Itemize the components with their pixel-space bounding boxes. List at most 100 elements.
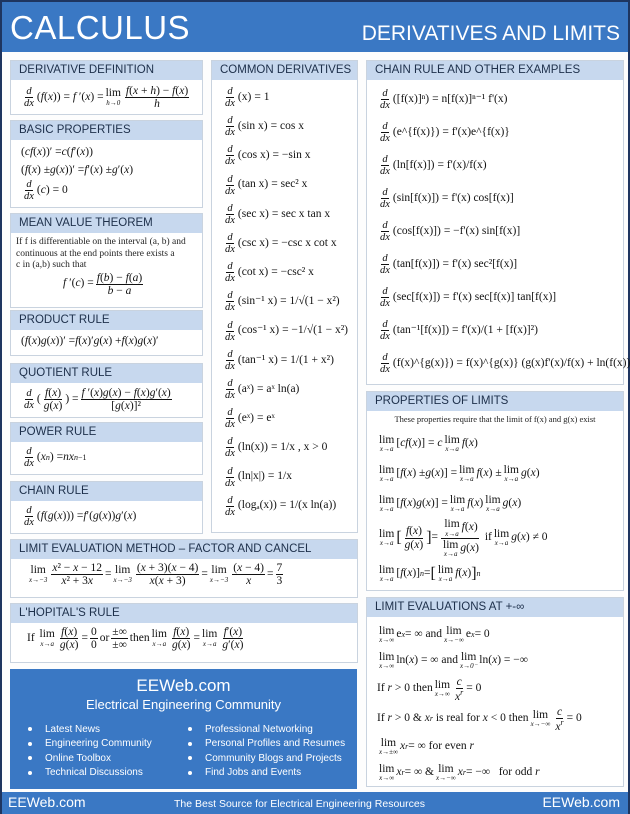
derivative-row: d dx (cos[f(x)]) = −f'(x) sin[f(x)]: [367, 215, 623, 248]
d-dx-operator: d dx: [225, 232, 235, 256]
promo-item[interactable]: Latest News: [10, 722, 152, 737]
formula-mean-value: f ′(c) = f(b) − f(a) b − a: [63, 271, 144, 297]
promo-item[interactable]: Online Toolbox: [10, 751, 152, 766]
derivative-argument: (cos⁻¹ x): [237, 324, 280, 337]
eeweb-promo-box: EEWeb.com Electrical Engineering Communi…: [10, 669, 357, 789]
derivative-row: d dx (csc x) = −csc x cot x: [212, 229, 357, 258]
section-title: LIMIT EVALUATION METHOD – FACTOR AND CAN…: [11, 540, 357, 559]
promo-item[interactable]: Community Blogs and Projects: [170, 751, 345, 766]
formula-lhopital: If lim x→a f(x) g(x) = 00 or ±∞ ±∞ then lim x…: [27, 626, 244, 652]
derivative-row: d dx (f(x)^{g(x)}) = f(x)^{g(x)} (g(x)f'(x)…: [367, 347, 630, 380]
d-dx-operator: d dx: [380, 87, 390, 111]
derivative-row: d dx (cos⁻¹ x) = −1/√(1 − x²): [212, 317, 357, 346]
formula-constant-multiple: (cf(x))′ = c(f ′(x)): [21, 146, 93, 159]
derivative-argument: (e^{f(x)}): [392, 125, 440, 138]
d-dx-operator: d dx: [225, 173, 235, 197]
limit-power-positive: If r > 0 then lim x→∞ c xr = 0: [377, 675, 482, 703]
promo-item[interactable]: Find Jobs and Events: [170, 766, 345, 781]
limit-property-constant: lim x→a[cf(x)] = c lim x→a f(x): [379, 433, 478, 454]
promo-right-list: Professional Networking Personal Profile…: [170, 722, 345, 780]
footer-brand-right[interactable]: EEWeb.com: [542, 794, 620, 810]
mean-value-theorem-section: MEAN VALUE THEOREM If f is differentiabl…: [10, 213, 203, 308]
derivative-result: = eˣ: [257, 411, 275, 424]
derivative-row: d dx (tan⁻¹ x) = 1/(1 + x²): [212, 346, 357, 375]
derivative-row: d dx (e^{f(x)}) = f'(x)e^{f(x)}: [367, 116, 623, 149]
d-dx-operator: d dx: [225, 86, 235, 110]
section-title: LIMIT EVALUATIONS AT +-∞: [367, 598, 623, 617]
derivative-result: = −f'(x) sin[f(x)]: [443, 224, 521, 237]
d-dx-operator: d dx: [225, 494, 235, 518]
derivative-row: d dx ([f(x)]ⁿ) = n[f(x)]ⁿ⁻¹ f'(x): [367, 83, 623, 116]
cheat-sheet-page: CALCULUS DERIVATIVES AND LIMITS DERIVATI…: [0, 0, 630, 814]
derivative-argument: (sin x): [237, 120, 268, 133]
bullet-icon: [28, 741, 32, 746]
d-dx-operator: d dx: [380, 318, 390, 342]
derivative-row: d dx (ln|x|) = 1/x: [212, 462, 357, 491]
derivative-result: = f'(x)/(1 + [f(x)]²): [452, 323, 538, 336]
promo-item[interactable]: Professional Networking: [170, 722, 345, 737]
d-dx-operator: d dx: [225, 319, 235, 343]
bullet-icon: [188, 741, 192, 746]
derivative-result: = −csc x cot x: [271, 236, 337, 249]
promo-left-list: Latest News Engineering Community Online…: [10, 722, 152, 780]
d-dx-operator: d dx: [380, 120, 390, 144]
footer-brand-left[interactable]: EEWeb.com: [8, 794, 86, 810]
limit-property-sum: lim x→a[f(x) ± g(x)] = lim x→a f(x) ± lim x→…: [379, 463, 540, 484]
power-rule-section: POWER RULE d dx(x n) = nx n −1: [10, 422, 203, 475]
d-dx-operator: d dx: [225, 407, 235, 431]
limit-exp: lim x→∞ e x = ∞ and lim x→−∞ e x = 0: [379, 624, 490, 645]
derivative-argument: (aˣ): [237, 382, 255, 395]
formula-quotient-rule: d dx(f(x) g(x)) = f ′(x)g(x) − f(x)g′(x) [g…: [24, 387, 172, 413]
derivative-result: = f(x)^{g(x)} (g(x)f'(x)/f(x) + ln(f(x))…: [456, 356, 630, 369]
derivative-argument: (tan⁻¹ x): [237, 353, 278, 366]
derivative-row: d dx (x) = 1: [212, 83, 357, 112]
section-title: CHAIN RULE: [11, 482, 202, 501]
bullet-icon: [28, 756, 32, 761]
limit-power-negative: If r > 0 & xr is real for x < 0 then lim…: [377, 705, 582, 733]
formula-chain-rule: d dx(f(g(x))) = f ′(g(x)) g ′(x): [24, 505, 137, 529]
promo-subtitle: Electrical Engineering Community: [85, 697, 282, 712]
derivative-argument: (ln[f(x)]): [392, 158, 435, 171]
section-title: POWER RULE: [11, 423, 202, 442]
common-derivatives-section: COMMON DERIVATIVES d dx (x) = 1 d dx (sin x) = …: [211, 60, 358, 533]
derivative-row: d dx (cot x) = −csc² x: [212, 258, 357, 287]
promo-brand[interactable]: EEWeb.com: [10, 676, 357, 696]
limit-evaluation-method-section: LIMIT EVALUATION METHOD – FACTOR AND CAN…: [10, 539, 358, 598]
promo-item[interactable]: Engineering Community: [10, 737, 152, 752]
section-title: QUOTIENT RULE: [11, 364, 202, 383]
formula-constant-derivative: d dx(c) = 0: [24, 179, 68, 203]
derivative-argument: (tan[f(x)]): [392, 257, 440, 270]
chain-rule-section: CHAIN RULE d dx(f(g(x))) = f ′(g(x)) g ′(x): [10, 481, 203, 534]
footer-tagline: The Best Source for Electrical Engineeri…: [174, 798, 425, 810]
d-dx-operator: d dx: [380, 351, 390, 375]
d-dx-operator: d dx: [225, 465, 235, 489]
page-title: CALCULUS: [10, 9, 191, 46]
derivative-result: = −csc² x: [271, 265, 314, 278]
properties-of-limits-section: PROPERTIES OF LIMITS These properties re…: [366, 391, 624, 591]
bullet-icon: [188, 756, 192, 761]
d-dx-operator: d dx: [380, 285, 390, 309]
derivative-row: d dx (sec[f(x)]) = f'(x) sec[f(x)] tan[f(x)…: [367, 281, 623, 314]
derivative-argument: (f(x)^{g(x)}): [392, 356, 454, 369]
derivative-argument: (ln(x)): [237, 441, 268, 454]
derivative-row: d dx (sin⁻¹ x) = 1/√(1 − x²): [212, 287, 357, 316]
quotient-rule-section: QUOTIENT RULE d dx(f(x) g(x)) = f ′(x)g(x)…: [10, 363, 203, 418]
bullet-icon: [188, 770, 192, 775]
derivative-argument: (tan x): [237, 178, 269, 191]
section-title: PRODUCT RULE: [11, 311, 202, 330]
derivative-argument: (cos x): [237, 149, 270, 162]
derivative-result: = −1/√(1 − x²): [282, 324, 349, 337]
promo-item[interactable]: Personal Profiles and Resumes: [170, 737, 345, 752]
derivative-result: = sec² x: [271, 178, 308, 191]
limit-odd-power: lim x→∞ x r = ∞ & lim x→−∞ x r = −∞ for odd r: [379, 762, 540, 783]
derivative-row: d dx (sin x) = cos x: [212, 112, 357, 141]
derivative-result: = 1: [254, 90, 270, 103]
limit-evaluations-infinity-section: LIMIT EVALUATIONS AT +-∞ lim x→∞ e x = ∞ an…: [366, 597, 624, 787]
promo-item[interactable]: Technical Discussions: [10, 766, 152, 781]
chain-rule-examples-section: CHAIN RULE AND OTHER EXAMPLES d dx ([f(x)]…: [366, 60, 630, 385]
section-title: MEAN VALUE THEOREM: [11, 214, 202, 233]
theorem-statement: If f is differentiable on the interval (…: [16, 237, 186, 270]
limits-note: These properties require that the limit …: [394, 414, 596, 424]
formula-derivative-definition: d dx (f(x)) = f ′(x) = lim h→0 f(x + h) − f…: [24, 85, 190, 111]
derivative-result: = cos x: [270, 120, 304, 133]
